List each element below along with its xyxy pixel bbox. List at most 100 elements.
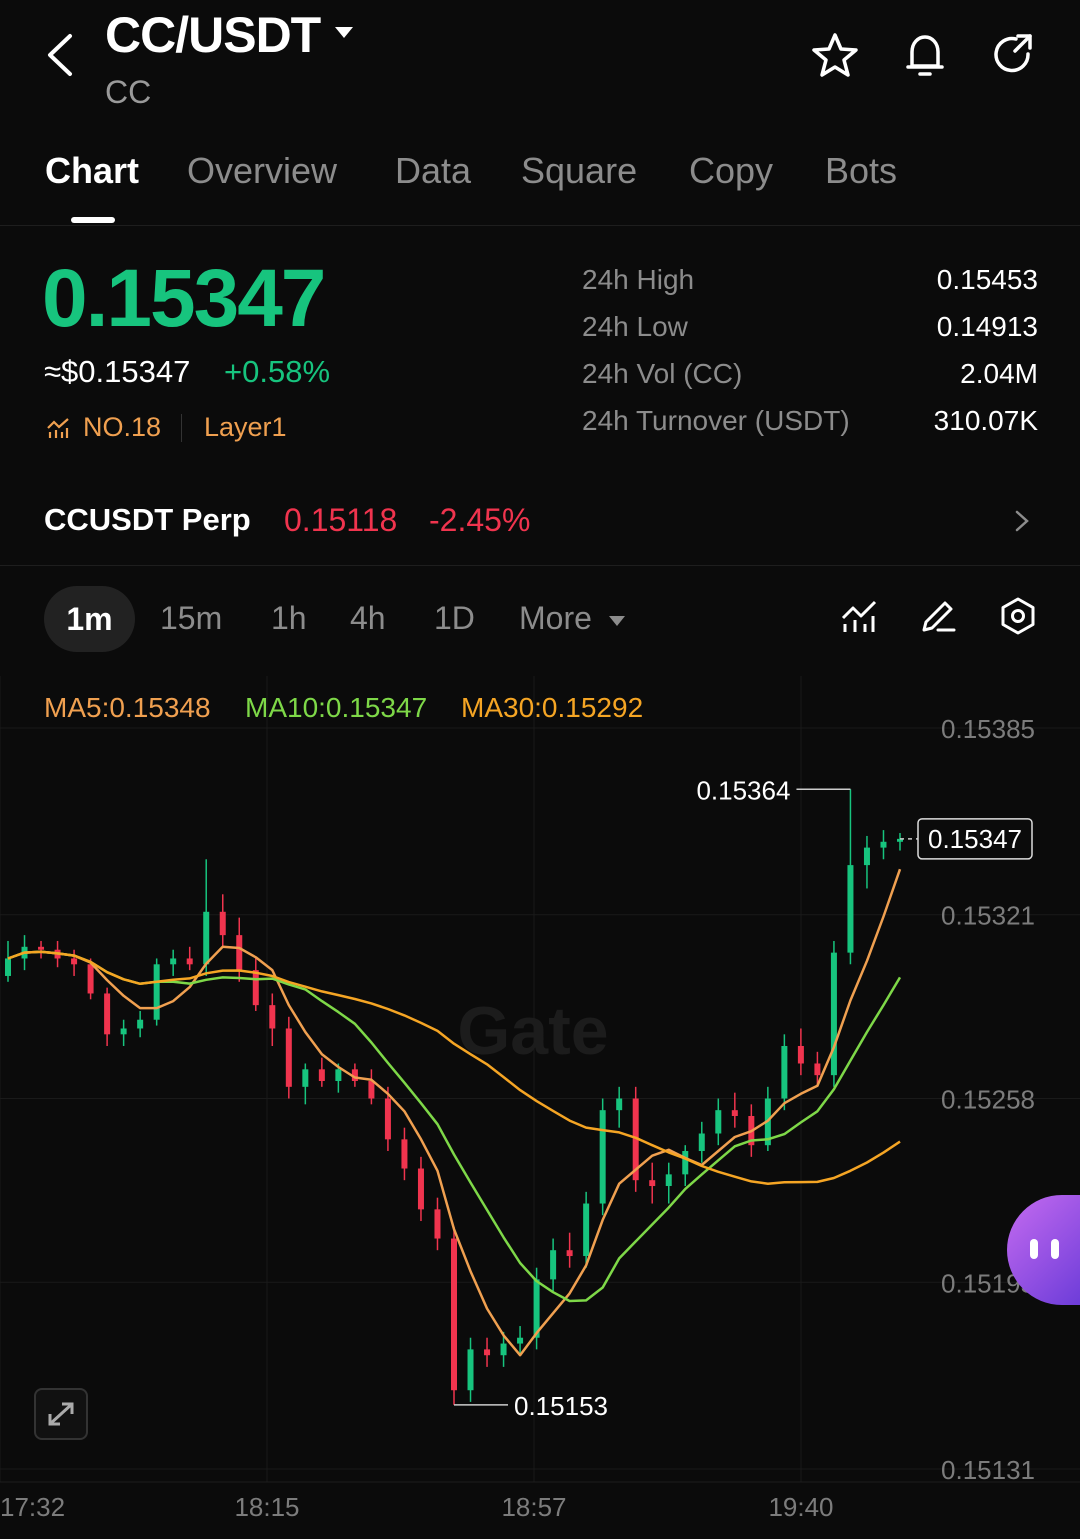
stat-row-high: 24h High 0.15453 bbox=[582, 264, 1038, 304]
candle-body bbox=[401, 1139, 408, 1169]
perp-link-row[interactable]: CCUSDT Perp 0.15118 -2.45% bbox=[0, 478, 1080, 566]
tab-chart[interactable]: Chart bbox=[45, 150, 139, 192]
back-icon[interactable] bbox=[40, 30, 84, 80]
candle-body bbox=[186, 958, 193, 965]
candle-body bbox=[417, 1168, 424, 1210]
candle-body bbox=[467, 1349, 474, 1391]
candle-body bbox=[302, 1069, 309, 1087]
ma30-legend: MA30:0.15292 bbox=[461, 692, 644, 723]
interval-4h[interactable]: 4h bbox=[350, 600, 386, 637]
perp-change: -2.45% bbox=[429, 502, 531, 538]
candle-body bbox=[38, 946, 45, 950]
y-tick-label: 0.15321 bbox=[941, 901, 1035, 931]
base-asset: CC bbox=[105, 74, 152, 110]
candle-body bbox=[236, 935, 243, 971]
divider bbox=[181, 414, 182, 442]
expand-icon bbox=[48, 1402, 74, 1426]
refresh-icon[interactable] bbox=[988, 30, 1038, 80]
candle-body bbox=[880, 841, 887, 848]
candle-body bbox=[203, 911, 210, 965]
tab-square[interactable]: Square bbox=[521, 150, 637, 192]
candle-body bbox=[599, 1110, 606, 1204]
top-bar: CC/USDT CC bbox=[0, 0, 1080, 130]
candle-body bbox=[318, 1069, 325, 1081]
candle-body bbox=[566, 1250, 573, 1257]
assistant-eye bbox=[1030, 1239, 1038, 1259]
category-badge[interactable]: Layer1 bbox=[204, 412, 287, 443]
candle-body bbox=[863, 847, 870, 866]
candle-body bbox=[219, 911, 226, 936]
x-axis: 17:32 18:15 18:57 19:40 bbox=[0, 1492, 834, 1522]
tab-bots[interactable]: Bots bbox=[825, 150, 897, 192]
candle-body bbox=[434, 1209, 441, 1239]
interval-15m[interactable]: 15m bbox=[160, 600, 222, 637]
candle-body bbox=[153, 964, 160, 1020]
caret-down-icon[interactable] bbox=[608, 614, 626, 628]
y-tick-label: 0.15385 bbox=[941, 714, 1035, 744]
tab-copy[interactable]: Copy bbox=[689, 150, 773, 192]
stat-row-volume: 24h Vol (CC) 2.04M bbox=[582, 358, 1038, 398]
candle-body bbox=[830, 952, 837, 1076]
x-tick-label: 18:15 bbox=[234, 1492, 299, 1522]
y-tick-label: 0.15131 bbox=[941, 1455, 1035, 1485]
candle-body bbox=[665, 1174, 672, 1187]
indicator-icon[interactable] bbox=[839, 596, 879, 636]
candle-body bbox=[781, 1045, 788, 1099]
ma5-legend: MA5:0.15348 bbox=[44, 692, 211, 723]
last-price-tag: 0.15347 bbox=[928, 824, 1022, 854]
rank-icon bbox=[47, 418, 69, 438]
tab-data[interactable]: Data bbox=[395, 150, 471, 192]
y-tick-label: 0.15258 bbox=[941, 1085, 1035, 1115]
candle-body bbox=[71, 958, 78, 965]
candle-body bbox=[583, 1203, 590, 1257]
stat-value: 2.04M bbox=[960, 358, 1038, 389]
candle-body bbox=[285, 1028, 292, 1087]
assistant-eye bbox=[1051, 1239, 1059, 1259]
candle-body bbox=[698, 1133, 705, 1152]
last-price: 0.15347 bbox=[42, 253, 326, 344]
chevron-right-icon bbox=[1015, 510, 1029, 532]
caret-down-icon[interactable] bbox=[333, 24, 355, 40]
draw-pencil-icon[interactable] bbox=[918, 596, 958, 636]
tab-overview[interactable]: Overview bbox=[187, 150, 337, 192]
candle-body bbox=[550, 1250, 557, 1280]
interval-more[interactable]: More bbox=[519, 600, 592, 637]
interval-1m[interactable]: 1m bbox=[44, 586, 135, 652]
perp-name: CCUSDT Perp bbox=[44, 502, 251, 537]
candle-body bbox=[517, 1337, 524, 1344]
pair-title[interactable]: CC/USDT bbox=[105, 6, 321, 64]
candle-body bbox=[137, 1019, 144, 1029]
candle-body bbox=[500, 1343, 507, 1356]
candle-body bbox=[731, 1110, 738, 1117]
candle-body bbox=[649, 1180, 656, 1187]
candle-body bbox=[484, 1349, 491, 1356]
ma10-legend: MA10:0.15347 bbox=[245, 692, 428, 723]
candle-body bbox=[335, 1069, 342, 1081]
rank-badge[interactable]: NO.18 bbox=[83, 412, 161, 443]
stat-label: 24h Turnover (USDT) bbox=[582, 405, 850, 436]
candlestick-chart[interactable]: Gate 0.153850.153210.152580.151950.15131… bbox=[0, 676, 1080, 1539]
candle-body bbox=[104, 993, 111, 1035]
candle-body bbox=[384, 1098, 391, 1140]
interval-1h[interactable]: 1h bbox=[271, 600, 307, 637]
candle-body bbox=[269, 1005, 276, 1029]
price-chart[interactable]: Gate 0.15385 0.15321 0.15258 0.15195 0.15131… bbox=[0, 676, 1080, 1539]
watermark: Gate bbox=[457, 993, 608, 1069]
candle-body bbox=[814, 1063, 821, 1076]
candle-body bbox=[797, 1045, 804, 1064]
candle-body bbox=[682, 1151, 689, 1175]
fullscreen-button[interactable] bbox=[34, 1388, 88, 1440]
candle-body bbox=[87, 964, 94, 994]
x-tick-label: 18:57 bbox=[501, 1492, 566, 1522]
settings-icon[interactable] bbox=[998, 596, 1038, 636]
candle-body bbox=[252, 970, 259, 1006]
interval-1d[interactable]: 1D bbox=[434, 600, 475, 637]
interval-bar: 1m 15m 1h 4h 1D More bbox=[0, 586, 1080, 656]
stat-row-low: 24h Low 0.14913 bbox=[582, 311, 1038, 351]
stat-label: 24h Vol (CC) bbox=[582, 358, 743, 389]
active-tab-indicator bbox=[71, 217, 115, 223]
candles-layer bbox=[5, 789, 903, 1405]
bell-icon[interactable] bbox=[900, 30, 950, 80]
star-icon[interactable] bbox=[810, 30, 860, 80]
stat-row-turnover: 24h Turnover (USDT) 310.07K bbox=[582, 405, 1038, 445]
